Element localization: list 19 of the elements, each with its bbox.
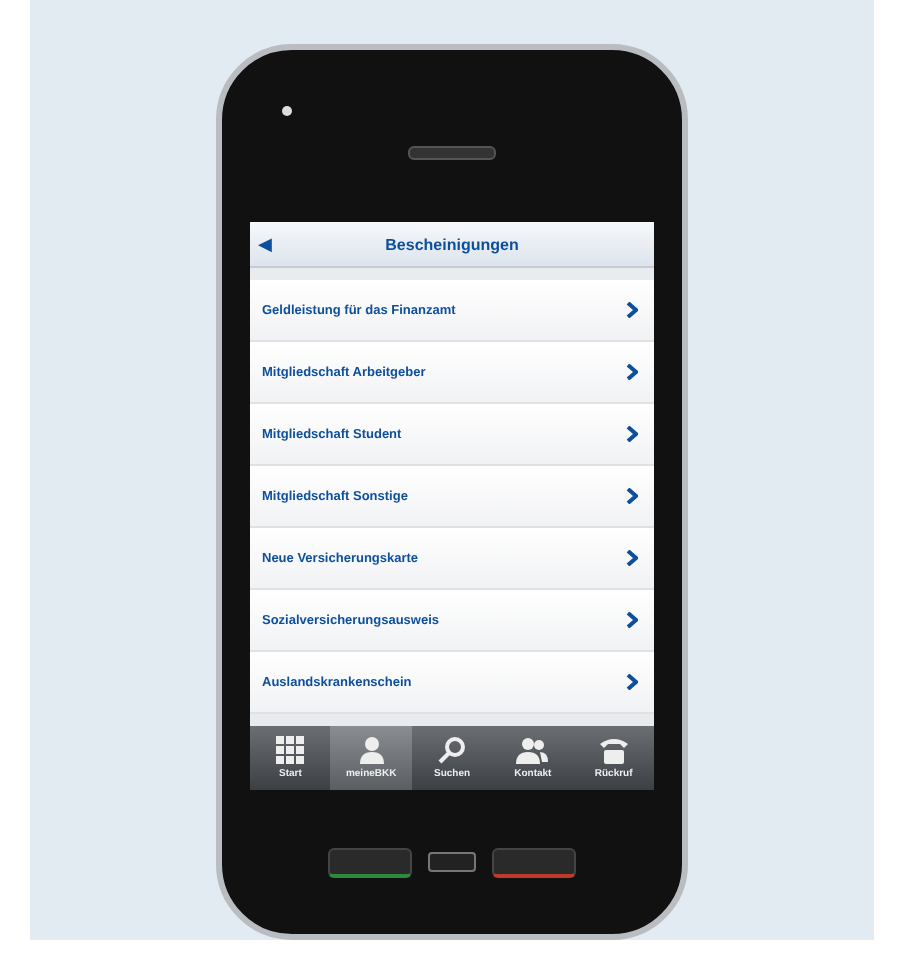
- chevron-icon: [626, 426, 638, 442]
- camera-icon: [282, 106, 292, 116]
- chevron-icon: [626, 302, 638, 318]
- end-call-button[interactable]: [492, 847, 576, 877]
- chevron-icon: [626, 488, 638, 504]
- phone-icon: [599, 736, 628, 764]
- chevron-icon: [626, 550, 638, 566]
- people-icon: [516, 736, 549, 764]
- home-button[interactable]: [428, 852, 476, 872]
- grid-icon: [276, 736, 305, 764]
- chevron-icon: [626, 612, 638, 628]
- search-icon: [438, 736, 467, 764]
- chevron-icon: [626, 674, 638, 690]
- back-button[interactable]: ◀: [258, 234, 298, 254]
- person-icon: [357, 736, 386, 764]
- nav-title: Bescheinigungen: [383, 235, 521, 253]
- call-button[interactable]: [328, 847, 412, 877]
- chevron-icon: [626, 364, 638, 380]
- speaker-icon: [408, 146, 496, 160]
